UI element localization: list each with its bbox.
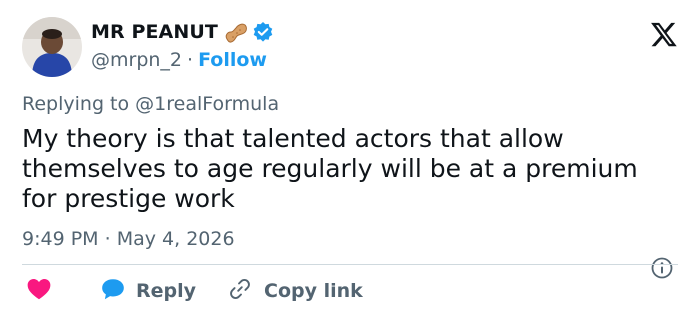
divider [22,264,678,265]
replying-to-prefix: Replying to [22,93,130,115]
handle-separator: · [187,49,194,71]
author-display-name[interactable]: MR PEANUT [91,21,218,43]
like-button[interactable] [26,277,52,306]
follow-button[interactable]: Follow [198,49,267,71]
tweet-text: My theory is that talented actors that a… [22,124,638,213]
reply-button[interactable]: Reply [100,277,196,306]
tweet-date: May 4, 2026 [116,228,235,250]
heart-icon [26,277,52,306]
author-name-row: MR PEANUT [91,20,274,44]
peanut-emoji-icon [224,21,248,43]
copy-link-button[interactable]: Copy link [228,277,363,306]
copy-link-label: Copy link [264,280,363,302]
info-icon[interactable] [650,256,674,280]
author-handle-row: @mrpn_2 · Follow [91,48,267,72]
action-bar: Reply Copy link [22,278,363,304]
tweet-time: 9:49 PM [22,228,99,250]
avatar[interactable] [22,17,82,77]
replying-to-mention[interactable]: @1realFormula [135,93,279,115]
tweet-card: MR PEANUT @mrpn_2 · Follow Replying to @ [0,0,700,318]
x-logo-icon[interactable] [650,20,678,48]
link-icon [228,277,252,306]
author-handle[interactable]: @mrpn_2 [91,49,182,71]
replying-to-line: Replying to @1realFormula [22,93,279,115]
tweet-timestamp[interactable]: 9:49 PM · May 4, 2026 [22,228,235,250]
verified-badge-icon [252,21,274,43]
timestamp-separator: · [104,228,111,250]
reply-label: Reply [136,280,197,302]
speech-bubble-icon [100,277,126,306]
